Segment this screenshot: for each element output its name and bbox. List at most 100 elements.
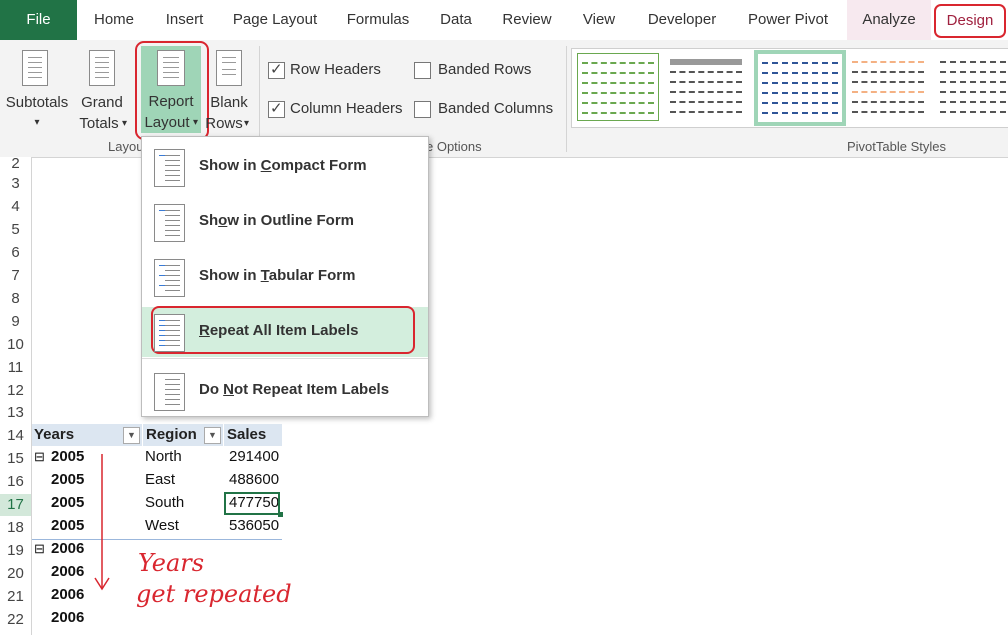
row-headers-label: Row Headers <box>290 61 381 78</box>
fill-handle[interactable] <box>278 512 283 517</box>
report-layout-label-1: Report <box>148 93 194 110</box>
tab-view[interactable]: View <box>574 0 624 40</box>
row-number[interactable]: 13 <box>0 402 31 424</box>
pivot-cell-year[interactable]: 2006 <box>51 540 84 557</box>
row-number[interactable]: 10 <box>0 334 31 356</box>
menu-item-tabular-form[interactable]: Show in Tabular Form <box>142 252 428 302</box>
tab-file[interactable]: File <box>0 0 77 40</box>
banded-rows-label: Banded Rows <box>438 61 532 78</box>
menu-item-label: Show in Outline Form <box>199 212 355 229</box>
report-layout-icon <box>157 50 185 86</box>
pivottable-styles-group-label: PivotTable Styles <box>847 139 946 154</box>
tab-power-pivot[interactable]: Power Pivot <box>740 0 836 40</box>
tab-insert[interactable]: Insert <box>157 0 212 40</box>
chevron-down-icon: ▾ <box>34 117 40 128</box>
subtotals-label: Subtotals <box>5 94 69 111</box>
pivot-cell-region[interactable]: East <box>145 471 175 488</box>
menu-item-label: Show in Tabular Form <box>199 267 356 284</box>
tab-page-layout[interactable]: Page Layout <box>226 0 324 40</box>
pivot-cell-year[interactable]: 2006 <box>51 586 84 603</box>
menu-item-compact-form[interactable]: Show in Compact Form <box>142 142 428 192</box>
style-swatch-gray[interactable] <box>936 53 1008 119</box>
tab-analyze[interactable]: Analyze <box>847 0 931 40</box>
chevron-down-icon: ▾ <box>122 118 128 129</box>
row-number[interactable]: 18 <box>0 517 31 539</box>
report-layout-label-2: Layout <box>144 114 190 131</box>
row-number[interactable]: 12 <box>0 380 31 402</box>
pivot-cell-region[interactable]: West <box>145 517 179 534</box>
row-number[interactable]: 15 <box>0 448 31 470</box>
menu-item-no-repeat-labels[interactable]: Do Not Repeat Item Labels <box>142 366 428 416</box>
header-years-label: Years <box>34 426 75 443</box>
pivottable-styles-gallery <box>571 48 1008 128</box>
blank-rows-icon <box>216 50 242 86</box>
menu-item-label: Show in Compact Form <box>199 157 367 174</box>
tab-formulas[interactable]: Formulas <box>340 0 416 40</box>
menu-item-repeat-labels[interactable]: Repeat All Item Labels <box>142 306 428 357</box>
tab-review[interactable]: Review <box>496 0 558 40</box>
pivot-cell-year[interactable]: 2005 <box>51 494 84 511</box>
column-headers-label: Column Headers <box>290 100 403 117</box>
pivot-cell-region[interactable]: South <box>145 494 184 511</box>
row-number[interactable]: 14 <box>0 425 31 447</box>
row-number[interactable]: 6 <box>0 242 31 264</box>
annotation-line-1: Years <box>138 549 205 577</box>
tab-home[interactable]: Home <box>86 0 142 40</box>
row-number[interactable]: 11 <box>0 357 31 379</box>
collapse-icon[interactable]: ⊟ <box>34 541 45 557</box>
pivot-cell-region[interactable]: North <box>145 448 182 465</box>
grand-totals-icon <box>89 50 115 86</box>
layout-group-label: Layou <box>108 139 144 154</box>
row-number[interactable]: 4 <box>0 196 31 218</box>
pivot-cell-sales[interactable]: 291400 <box>229 448 279 465</box>
subtotals-icon <box>22 50 48 86</box>
row-number[interactable]: 8 <box>0 288 31 310</box>
menu-divider <box>142 358 428 359</box>
compact-form-icon <box>154 149 185 187</box>
pivot-cell-year[interactable]: 2005 <box>51 448 84 465</box>
subtotals-button[interactable]: Subtotals ▾ <box>6 48 68 158</box>
row-number[interactable]: 9 <box>0 311 31 333</box>
pivot-cell-sales[interactable]: 488600 <box>229 471 279 488</box>
row-number[interactable]: 20 <box>0 563 31 585</box>
group-separator <box>32 539 282 540</box>
style-swatch-dark[interactable] <box>666 53 746 119</box>
repeat-labels-icon <box>154 314 185 352</box>
row-number[interactable]: 16 <box>0 471 31 493</box>
row-number[interactable]: 17 <box>0 494 31 516</box>
chevron-down-icon: ▾ <box>193 117 199 128</box>
years-filter-dropdown-icon[interactable]: ▼ <box>123 427 140 444</box>
row-number[interactable]: 2 <box>0 156 31 171</box>
row-number[interactable]: 7 <box>0 265 31 287</box>
pivot-cell-year[interactable]: 2005 <box>51 517 84 534</box>
column-headers-checkbox[interactable]: ✓ <box>268 100 285 118</box>
tab-developer[interactable]: Developer <box>640 0 724 40</box>
collapse-icon[interactable]: ⊟ <box>34 449 45 465</box>
outline-form-icon <box>154 204 185 242</box>
pivot-cell-year[interactable]: 2006 <box>51 609 84 626</box>
row-number[interactable]: 21 <box>0 586 31 608</box>
tab-data[interactable]: Data <box>432 0 480 40</box>
row-number[interactable]: 19 <box>0 540 31 562</box>
pivot-cell-year[interactable]: 2006 <box>51 563 84 580</box>
style-options-group-label: e Options <box>426 139 482 154</box>
banded-columns-checkbox[interactable] <box>414 101 431 118</box>
menu-item-outline-form[interactable]: Show in Outline Form <box>142 197 428 247</box>
style-swatch-blue-selected[interactable] <box>754 50 846 126</box>
row-number[interactable]: 5 <box>0 219 31 241</box>
ribbon-tab-bar: File Home Insert Page Layout Formulas Da… <box>0 0 1008 40</box>
banded-rows-checkbox[interactable] <box>414 62 431 79</box>
style-swatch-orange[interactable] <box>848 53 928 119</box>
report-layout-button[interactable]: Report Layout ▾ <box>141 46 201 133</box>
selected-cell-border[interactable] <box>224 492 280 515</box>
tab-design[interactable]: Design <box>934 4 1006 38</box>
row-number[interactable]: 3 <box>0 173 31 195</box>
blank-rows-label-1: Blank <box>210 94 248 111</box>
row-number[interactable]: 22 <box>0 609 31 631</box>
style-swatch-green[interactable] <box>577 53 659 121</box>
pivot-cell-sales[interactable]: 536050 <box>229 517 279 534</box>
row-headers-checkbox[interactable]: ✓ <box>268 61 285 79</box>
region-filter-dropdown-icon[interactable]: ▼ <box>204 427 221 444</box>
pivot-cell-year[interactable]: 2005 <box>51 471 84 488</box>
grand-totals-label-2: Totals <box>79 115 119 132</box>
